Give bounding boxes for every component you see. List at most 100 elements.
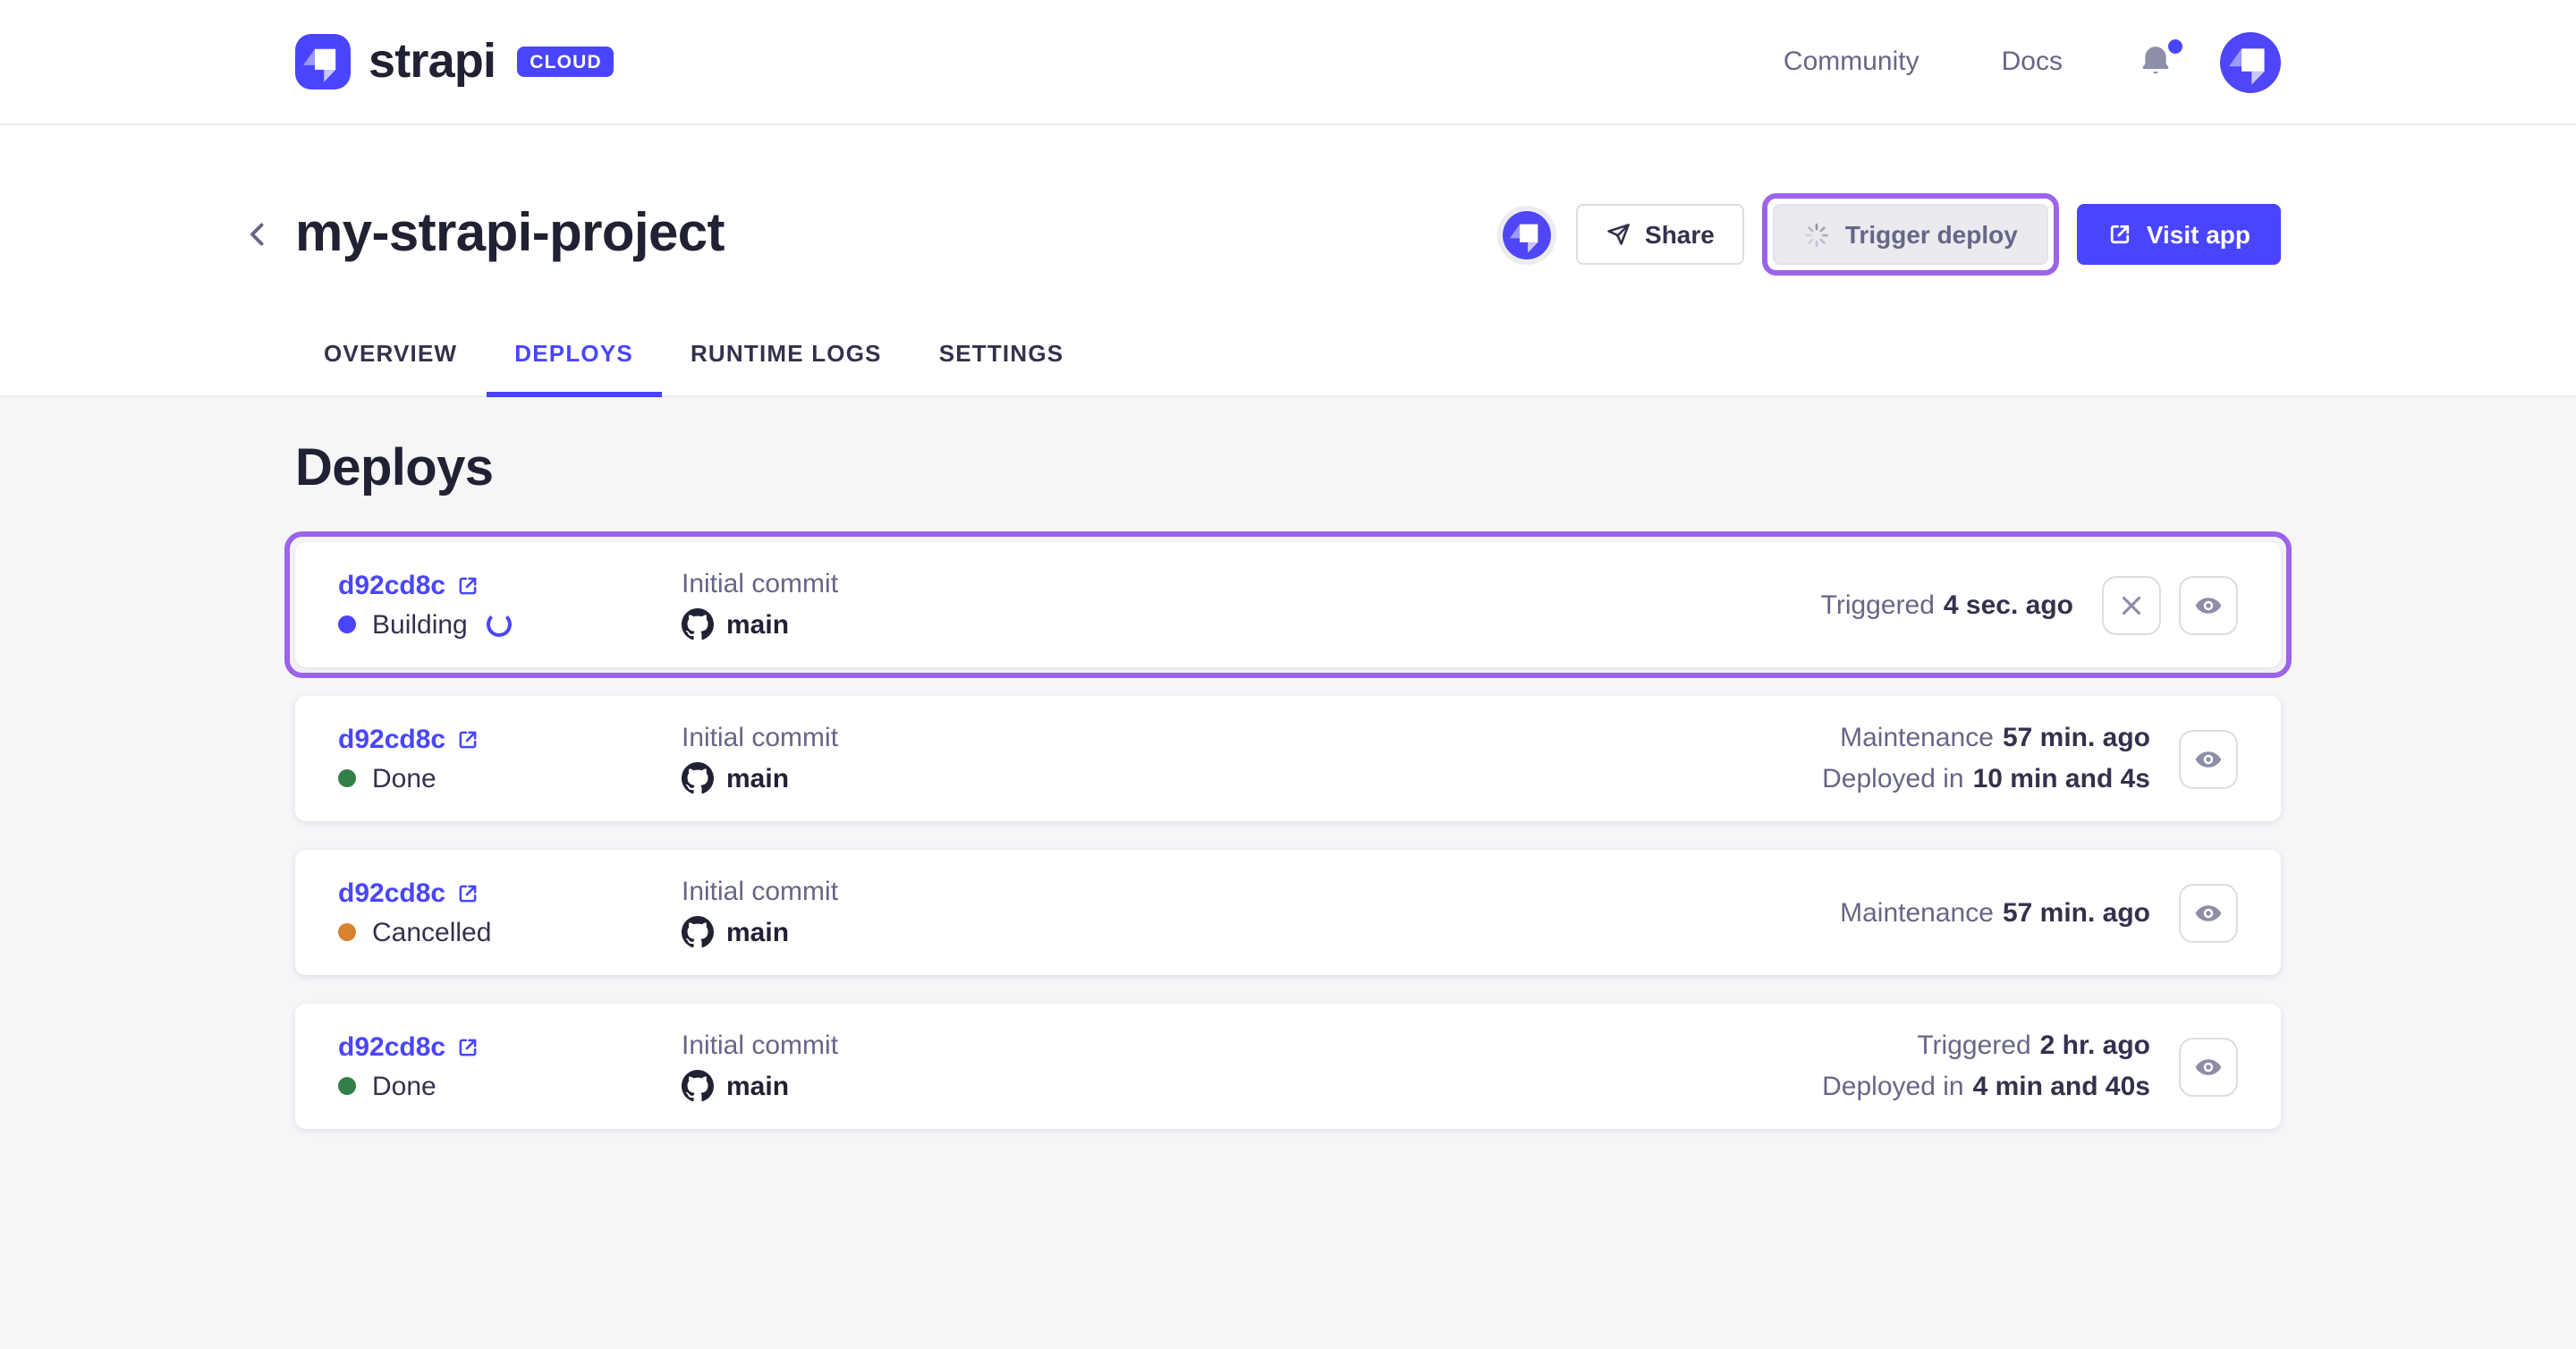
commit-message: Initial commit	[682, 569, 838, 599]
visit-app-label: Visit app	[2147, 220, 2250, 249]
commit-message: Initial commit	[682, 1031, 838, 1061]
deploy-hash: d92cd8c	[338, 724, 445, 754]
branch-line: main	[682, 762, 838, 794]
nav-link-docs[interactable]: Docs	[2002, 47, 2063, 77]
deploy-id-block: d92cd8c Done	[338, 724, 682, 793]
building-spinner-icon	[487, 612, 513, 637]
nav-link-community[interactable]: Community	[1784, 47, 1919, 77]
deploy-hash-link[interactable]: d92cd8c	[338, 724, 479, 754]
deploy-actions	[2179, 1037, 2238, 1096]
section-heading: Deploys	[295, 440, 2281, 499]
brand[interactable]: strapi CLOUD	[295, 34, 614, 89]
github-icon	[682, 1070, 714, 1102]
trigger-deploy-label: Trigger deploy	[1845, 220, 2018, 249]
content: Deploys d92cd8c Building Initial commit	[0, 397, 2576, 1349]
status-label: Done	[372, 1071, 436, 1101]
meta-value: 2 hr. ago	[2040, 1031, 2150, 1061]
tab-overview[interactable]: OVERVIEW	[295, 311, 486, 397]
top-nav: Community Docs	[1784, 31, 2281, 92]
commit-message: Initial commit	[682, 877, 838, 907]
x-icon	[2116, 590, 2147, 620]
top-header: strapi CLOUD Community Docs	[0, 0, 2576, 125]
deploy-row: d92cd8c Done Initial commit main Mai	[295, 696, 2281, 821]
meta-value: 4 sec. ago	[1944, 590, 2073, 620]
deploy-row: d92cd8c Cancelled Initial commit main	[295, 850, 2281, 975]
deploy-meta-line-1: Maintenance57 min. ago	[1822, 719, 2150, 757]
deploy-card[interactable]: d92cd8c Building Initial commit main	[295, 542, 2281, 667]
branch-name: main	[726, 1071, 789, 1101]
deploy-hash-link[interactable]: d92cd8c	[338, 1031, 479, 1062]
deploy-card[interactable]: d92cd8c Done Initial commit main Mai	[295, 696, 2281, 821]
deploy-hash-link[interactable]: d92cd8c	[338, 570, 479, 600]
deploy-id-block: d92cd8c Done	[338, 1031, 682, 1101]
deploy-hash-link[interactable]: d92cd8c	[338, 878, 479, 908]
commit-block: Initial commit main	[682, 723, 838, 794]
view-deploy-button[interactable]	[2179, 883, 2238, 942]
head-actions: Share Trigger deploy Visit app	[1502, 193, 2281, 276]
spinner-icon	[1804, 221, 1831, 248]
status-dot	[338, 615, 356, 633]
tab-settings[interactable]: SETTINGS	[911, 311, 1093, 397]
tabs-strip: OVERVIEW DEPLOYS RUNTIME LOGS SETTINGS	[0, 311, 2576, 397]
deploy-meta-line-2: Deployed in 10 min and 4s	[1822, 760, 2150, 798]
branch-name: main	[726, 917, 789, 947]
view-deploy-button[interactable]	[2179, 729, 2238, 788]
view-deploy-button[interactable]	[2179, 575, 2238, 634]
notifications-button[interactable]	[2138, 40, 2177, 83]
cancel-deploy-button[interactable]	[2102, 575, 2161, 634]
deploy-list: d92cd8c Building Initial commit main	[295, 531, 2281, 1129]
status-label: Building	[372, 609, 468, 640]
status-dot	[338, 769, 356, 787]
visit-app-button[interactable]: Visit app	[2077, 204, 2281, 265]
meta-value: 4 min and 40s	[1973, 1072, 2150, 1102]
strapi-logo-icon	[295, 34, 351, 89]
deploy-hash: d92cd8c	[338, 570, 445, 600]
external-link-icon	[456, 727, 479, 751]
deploy-status: Done	[338, 1071, 682, 1101]
project-avatar	[1502, 210, 1550, 259]
deploy-card[interactable]: d92cd8c Cancelled Initial commit main	[295, 850, 2281, 975]
deploy-meta-line-1: Maintenance57 min. ago	[1840, 894, 2150, 931]
deploy-meta: Triggered 2 hr. ago Deployed in 4 min and …	[1822, 1027, 2150, 1106]
deploy-status: Building	[338, 609, 682, 640]
strapi-avatar-icon	[2220, 31, 2281, 92]
external-link-icon	[456, 881, 479, 904]
deploy-meta: Maintenance57 min. ago	[1840, 894, 2150, 931]
eye-icon	[2193, 1051, 2224, 1082]
branch-line: main	[682, 916, 838, 948]
meta-label: Deployed in	[1822, 1072, 1963, 1102]
deploy-meta: Triggered 4 sec. ago	[1821, 586, 2073, 624]
deploy-meta-line-2: Deployed in 4 min and 40s	[1822, 1068, 2150, 1106]
meta-value: 10 min and 4s	[1973, 764, 2150, 794]
meta-value: 57 min. ago	[2003, 723, 2150, 753]
tab-deploys[interactable]: DEPLOYS	[486, 311, 662, 397]
branch-name: main	[726, 763, 789, 793]
tab-runtime-logs[interactable]: RUNTIME LOGS	[662, 311, 911, 397]
deploy-status: Done	[338, 763, 682, 793]
trigger-deploy-button[interactable]: Trigger deploy	[1774, 204, 2048, 265]
view-deploy-button[interactable]	[2179, 1037, 2238, 1096]
meta-label: Deployed in	[1822, 764, 1963, 794]
deploy-meta-line-1: Triggered 2 hr. ago	[1822, 1027, 2150, 1065]
external-link-icon	[2107, 222, 2132, 247]
github-icon	[682, 916, 714, 948]
brand-wordmark: strapi	[369, 34, 496, 89]
meta-value: 57 min. ago	[2003, 897, 2150, 928]
back-button[interactable]	[234, 211, 281, 258]
status-label: Done	[372, 763, 436, 793]
commit-block: Initial commit main	[682, 569, 838, 641]
page-head: my-strapi-project Share Trigger deploy	[0, 125, 2576, 276]
meta-label: Triggered	[1917, 1031, 2030, 1061]
share-button[interactable]: Share	[1575, 204, 1745, 265]
deploy-card[interactable]: d92cd8c Done Initial commit main Tri	[295, 1004, 2281, 1129]
eye-icon	[2193, 743, 2224, 774]
strapi-cloud-app: strapi CLOUD Community Docs	[0, 0, 2576, 1349]
tabs: OVERVIEW DEPLOYS RUNTIME LOGS SETTINGS	[295, 311, 2281, 395]
commit-message: Initial commit	[682, 723, 838, 753]
deploy-actions	[2179, 883, 2238, 942]
deploy-id-block: d92cd8c Cancelled	[338, 878, 682, 947]
user-avatar[interactable]	[2220, 31, 2281, 92]
cloud-badge: CLOUD	[517, 47, 614, 77]
meta-label: Triggered	[1821, 590, 1935, 620]
github-icon	[682, 762, 714, 794]
